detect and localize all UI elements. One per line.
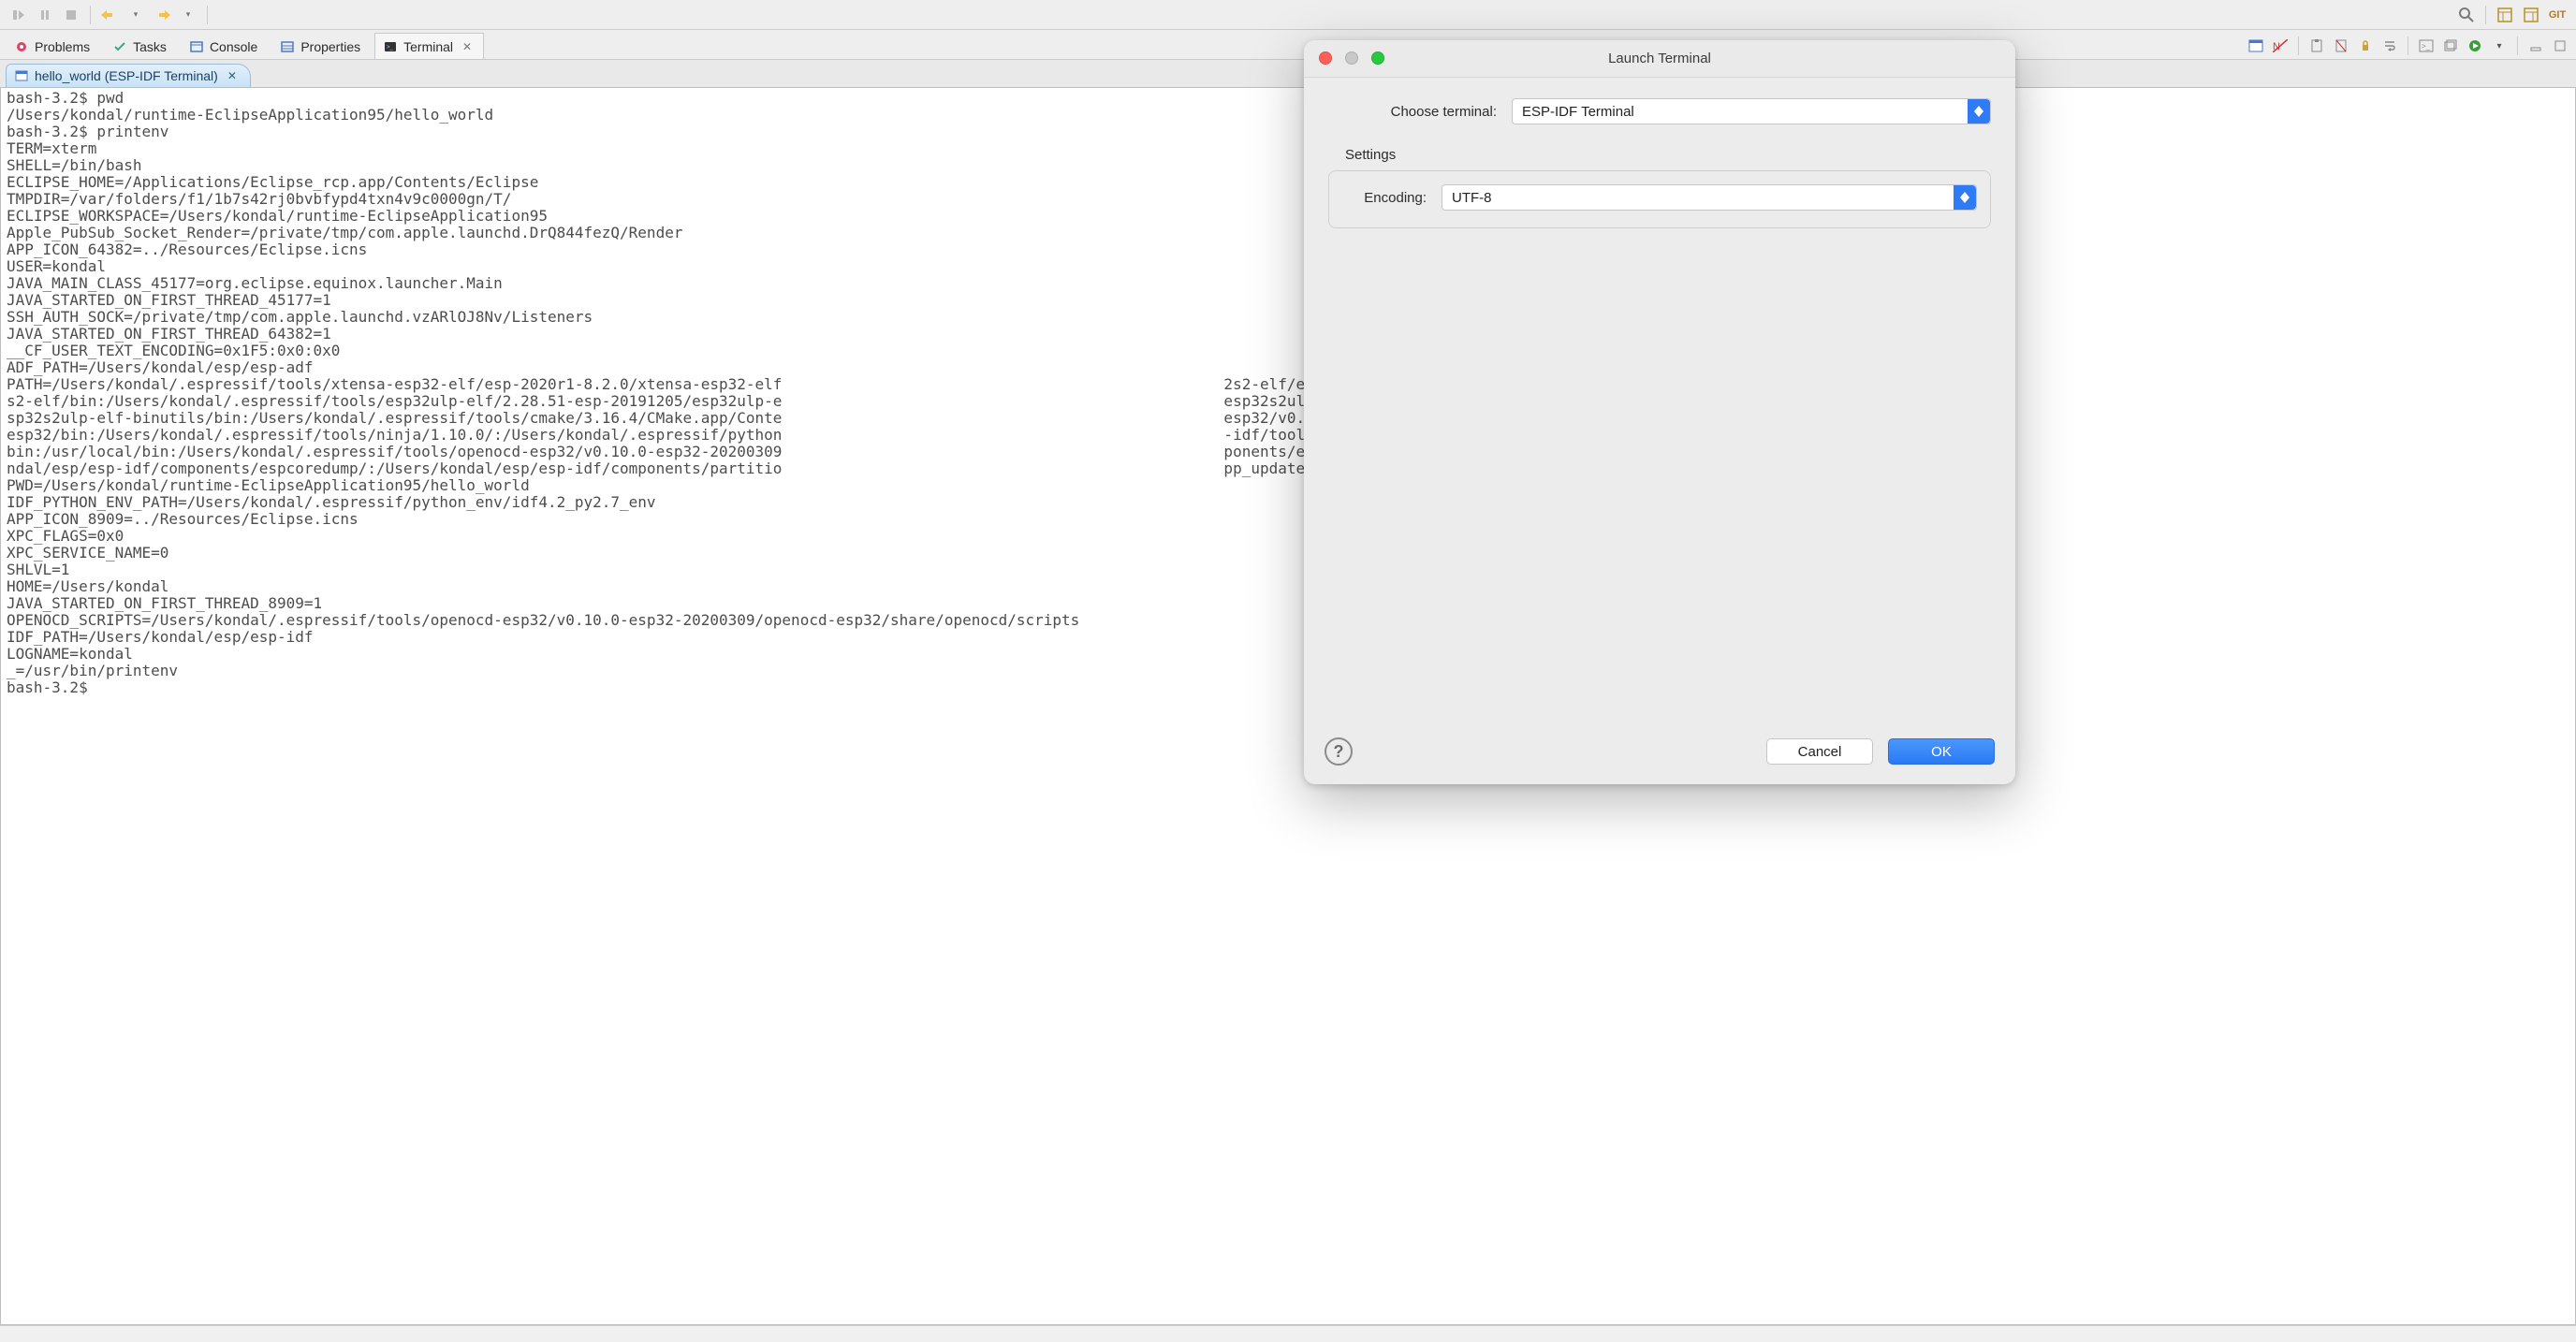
minimize-view-icon[interactable] — [2525, 36, 2546, 55]
forward-menu-icon[interactable]: ▾ — [177, 4, 199, 26]
dialog-titlebar: Launch Terminal — [1304, 40, 2015, 78]
tab-properties[interactable]: Properties — [271, 33, 373, 59]
new-view-icon[interactable] — [2440, 36, 2461, 55]
ok-button[interactable]: OK — [1888, 738, 1995, 765]
choose-terminal-label: Choose terminal: — [1328, 104, 1497, 120]
top-toolbar: ▾ ▾ GIT — [0, 0, 2576, 30]
tasks-icon — [112, 39, 127, 54]
settings-panel: Encoding: UTF-8 — [1328, 170, 1991, 228]
git-perspective-icon[interactable]: GIT — [2546, 4, 2569, 26]
select-caret-icon — [1968, 99, 1990, 124]
tab-label: Terminal — [403, 39, 453, 54]
divider — [90, 6, 91, 24]
tab-console[interactable]: Console — [181, 33, 270, 59]
clear-icon[interactable] — [2331, 36, 2351, 55]
suspend-icon[interactable] — [34, 4, 56, 26]
terminate-icon[interactable] — [60, 4, 82, 26]
settings-group-label: Settings — [1328, 141, 1991, 170]
svg-text:>_: >_ — [2422, 42, 2431, 51]
encoding-label: Encoding: — [1342, 190, 1427, 206]
resume-icon[interactable] — [7, 4, 30, 26]
tab-label: Console — [210, 39, 257, 54]
divider — [2517, 36, 2518, 55]
dialog-title: Launch Terminal — [1304, 51, 2015, 66]
tab-label: Problems — [35, 39, 90, 54]
toggle-cmd-icon[interactable]: >_ — [2416, 36, 2437, 55]
perspective-icon-1[interactable] — [2494, 4, 2516, 26]
divider — [2485, 6, 2486, 24]
forward-arrow-icon[interactable] — [151, 4, 173, 26]
help-button[interactable]: ? — [1325, 737, 1353, 766]
console-icon — [189, 39, 204, 54]
close-tab-icon[interactable]: ✕ — [462, 40, 472, 53]
wrap-icon[interactable] — [2379, 36, 2400, 55]
maximize-view-icon[interactable] — [2550, 36, 2570, 55]
perspective-icon-2[interactable] — [2520, 4, 2542, 26]
terminal-icon: >_ — [383, 39, 398, 54]
cancel-button[interactable]: Cancel — [1766, 738, 1873, 765]
choose-terminal-value: ESP-IDF Terminal — [1522, 104, 1634, 120]
close-terminal-tab-icon[interactable]: ✕ — [227, 69, 237, 82]
tab-tasks[interactable]: Tasks — [104, 33, 179, 59]
window-minimize-icon — [1345, 51, 1358, 65]
problems-icon — [14, 39, 29, 54]
scroll-lock-icon[interactable] — [2355, 36, 2376, 55]
tab-label: Tasks — [133, 39, 167, 54]
terminal-session-icon — [14, 68, 29, 83]
divider — [207, 6, 208, 24]
tab-terminal[interactable]: >_ Terminal ✕ — [374, 33, 484, 59]
properties-icon — [280, 39, 295, 54]
terminal-output[interactable]: bash-3.2$ pwd /Users/kondal/runtime-Ecli… — [0, 88, 2576, 1325]
encoding-select[interactable]: UTF-8 — [1442, 184, 1977, 211]
tab-problems[interactable]: Problems — [6, 33, 102, 59]
drop-menu-icon[interactable]: ▾ — [2489, 36, 2510, 55]
search-icon[interactable] — [2455, 4, 2478, 26]
dialog-footer: ? Cancel OK — [1304, 719, 2015, 784]
disconnect-icon[interactable]: N — [2270, 36, 2291, 55]
window-zoom-icon[interactable] — [1371, 51, 1384, 65]
open-terminal-icon[interactable] — [2246, 36, 2266, 55]
terminal-tabbar: hello_world (ESP-IDF Terminal) ✕ — [0, 60, 2576, 88]
back-arrow-icon[interactable] — [98, 4, 121, 26]
encoding-value: UTF-8 — [1452, 190, 1492, 206]
run-icon[interactable] — [2465, 36, 2485, 55]
launch-terminal-dialog: Launch Terminal Choose terminal: ESP-IDF… — [1304, 40, 2015, 784]
view-tabs: Problems Tasks Console Properties >_ Ter… — [0, 30, 2576, 60]
divider — [2298, 36, 2299, 55]
choose-terminal-select[interactable]: ESP-IDF Terminal — [1512, 98, 1991, 124]
terminal-session-tab[interactable]: hello_world (ESP-IDF Terminal) ✕ — [6, 64, 251, 87]
terminal-session-label: hello_world (ESP-IDF Terminal) — [35, 68, 218, 83]
back-menu-icon[interactable]: ▾ — [124, 4, 147, 26]
horizontal-scrollbar[interactable] — [0, 1325, 2576, 1342]
tab-label: Properties — [300, 39, 360, 54]
svg-text:>_: >_ — [387, 45, 394, 51]
select-caret-icon — [1954, 185, 1976, 210]
paste-icon[interactable] — [2306, 36, 2327, 55]
terminal-toolbar: N >_ ▾ — [2246, 36, 2570, 59]
window-close-icon[interactable] — [1319, 51, 1332, 65]
